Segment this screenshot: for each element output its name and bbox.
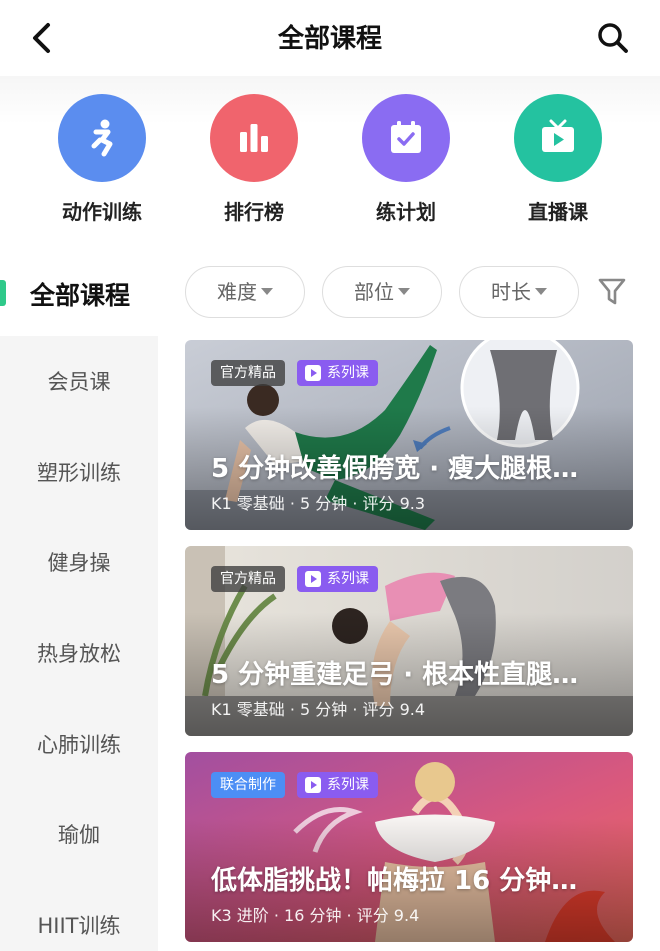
chip-label: 部位	[354, 280, 394, 304]
category-sidebar: 会员课 塑形训练 健身操 热身放松 心肺训练 瑜伽 HIIT训练	[0, 336, 158, 951]
sidebar-item-warmup[interactable]: 热身放松	[0, 609, 158, 699]
caret-down-icon	[261, 288, 273, 295]
series-tag-label: 系列课	[327, 777, 369, 793]
course-meta: K3 进阶 · 16 分钟 · 评分 9.4	[211, 906, 420, 925]
bar-chart-icon	[210, 94, 298, 182]
series-play-icon	[305, 365, 321, 381]
quick-entry-label: 直播课	[528, 200, 588, 224]
chip-label: 时长	[491, 280, 531, 304]
quick-entry-label: 练计划	[376, 200, 436, 224]
filter-funnel-icon[interactable]	[597, 276, 627, 308]
active-category-title[interactable]: 全部课程	[30, 276, 130, 312]
filter-chip-duration[interactable]: 时长	[459, 266, 579, 318]
tv-play-icon	[514, 94, 602, 182]
runner-icon	[58, 94, 146, 182]
course-card[interactable]: 官方精品 系列课 5 分钟改善假胯宽 · 瘦大腿根… K1 零基础 · 5 分钟…	[185, 340, 633, 530]
sidebar-item-shaping[interactable]: 塑形训练	[0, 428, 158, 518]
quick-entry-plan[interactable]: 练计划	[336, 94, 476, 234]
course-meta: K1 零基础 · 5 分钟 · 评分 9.4	[211, 700, 426, 719]
course-title: 低体脂挑战！帕梅拉 16 分钟…	[211, 866, 578, 896]
series-tag: 系列课	[297, 566, 378, 592]
quick-entry-label: 动作训练	[62, 200, 142, 224]
series-tag: 系列课	[297, 772, 378, 798]
course-meta: K1 零基础 · 5 分钟 · 评分 9.3	[211, 494, 426, 513]
sidebar-item-aerobics[interactable]: 健身操	[0, 518, 158, 608]
series-tag: 系列课	[297, 360, 378, 386]
caret-down-icon	[535, 288, 547, 295]
quick-entry-action-training[interactable]: 动作训练	[32, 94, 172, 234]
course-card[interactable]: 官方精品 系列课 5 分钟重建足弓 · 根本性直腿… K1 零基础 · 5 分钟…	[185, 546, 633, 736]
sidebar-item-member[interactable]: 会员课	[0, 337, 158, 427]
series-play-icon	[305, 571, 321, 587]
sidebar-item-yoga[interactable]: 瑜伽	[0, 790, 158, 880]
joint-production-tag: 联合制作	[211, 772, 285, 798]
series-tag-label: 系列课	[327, 571, 369, 587]
series-tag-label: 系列课	[327, 365, 369, 381]
course-title: 5 分钟改善假胯宽 · 瘦大腿根…	[211, 454, 579, 484]
sidebar-item-cardio[interactable]: 心肺训练	[0, 700, 158, 790]
filter-bar: 全部课程 难度 部位 时长	[0, 262, 660, 322]
active-category-indicator	[0, 280, 6, 306]
quick-entry-label: 排行榜	[224, 200, 284, 224]
page-title: 全部课程	[277, 24, 382, 54]
calendar-check-icon	[362, 94, 450, 182]
official-tag: 官方精品	[211, 360, 285, 386]
official-tag: 官方精品	[211, 566, 285, 592]
chip-label: 难度	[217, 280, 257, 304]
caret-down-icon	[398, 288, 410, 295]
filter-chip-difficulty[interactable]: 难度	[185, 266, 305, 318]
quick-entry-leaderboard[interactable]: 排行榜	[184, 94, 324, 234]
course-title: 5 分钟重建足弓 · 根本性直腿…	[211, 660, 579, 690]
top-bar: 全部课程	[0, 0, 660, 76]
filter-chip-body-part[interactable]: 部位	[322, 266, 442, 318]
course-card[interactable]: 联合制作 系列课 低体脂挑战！帕梅拉 16 分钟… K3 进阶 · 16 分钟 …	[185, 752, 633, 942]
series-play-icon	[305, 777, 321, 793]
sidebar-item-hiit[interactable]: HIIT训练	[0, 881, 158, 951]
search-icon[interactable]	[596, 21, 630, 55]
quick-entry-bar: 动作训练 排行榜 练计划 直播课	[0, 76, 660, 236]
quick-entry-live-class[interactable]: 直播课	[488, 94, 628, 234]
